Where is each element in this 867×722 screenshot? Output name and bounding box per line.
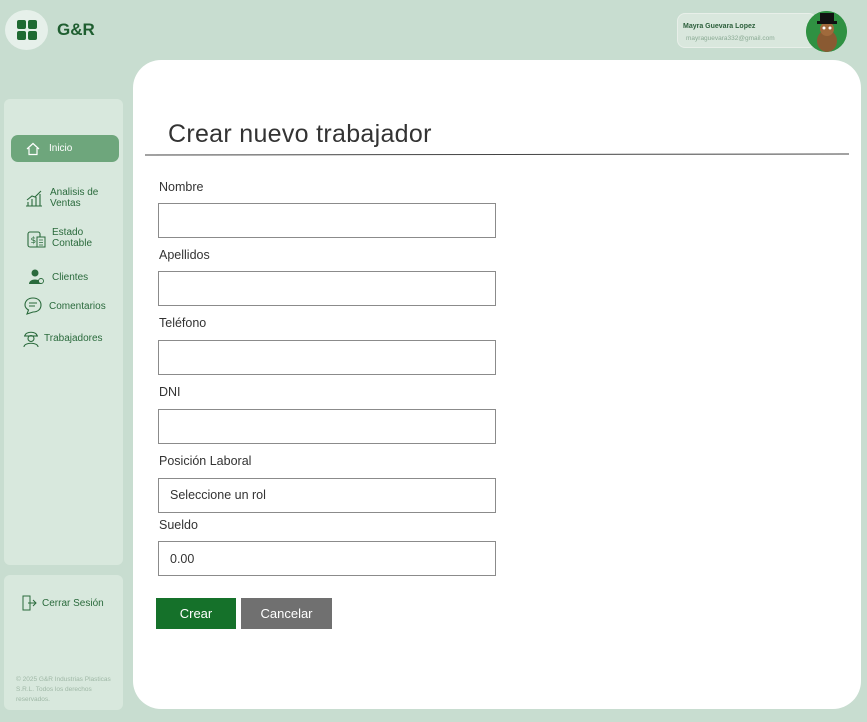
user-email: mayraguevara332@gmail.com <box>686 35 775 42</box>
user-card[interactable]: Mayra Guevara Lopez mayraguevara332@gmai… <box>677 13 817 48</box>
logo-button[interactable] <box>5 10 48 50</box>
sidebar-item-label: Clientes <box>52 271 89 283</box>
user-icon <box>25 266 47 288</box>
chart-icon <box>23 187 45 209</box>
logout-label: Cerrar Sesión <box>42 597 104 609</box>
apellidos-input[interactable] <box>158 271 496 306</box>
sidebar-item-label: Comentarios <box>49 300 106 312</box>
avatar[interactable] <box>806 11 847 52</box>
user-name: Mayra Guevara Lopez <box>683 23 756 30</box>
posicion-select[interactable]: Seleccione un rol <box>158 478 496 513</box>
telefono-label: Teléfono <box>159 316 207 330</box>
posicion-label: Posición Laboral <box>159 454 252 468</box>
sueldo-label: Sueldo <box>159 518 198 532</box>
grid-logo-icon <box>16 20 37 40</box>
sidebar-item-inicio[interactable]: Inicio <box>11 135 119 162</box>
telefono-input[interactable] <box>158 340 496 375</box>
home-icon <box>22 138 44 160</box>
sidebar-item-label: Trabajadores <box>44 332 103 344</box>
sidebar-item-trabajadores[interactable]: Trabajadores <box>20 327 103 349</box>
logout-icon <box>21 595 37 611</box>
apellidos-label: Apellidos <box>159 248 210 262</box>
copyright-text: © 2025 G&R Industrias Plasticas S.R.L. T… <box>16 676 111 703</box>
dni-input[interactable] <box>158 409 496 444</box>
sidebar-item-label: Analisis de Ventas <box>50 187 99 209</box>
brand-name: G&R <box>57 20 95 39</box>
sidebar-item-label: Inicio <box>49 143 73 154</box>
avatar-icon <box>806 11 847 52</box>
create-button[interactable]: Crear <box>156 598 236 629</box>
sidebar-item-label: Estado Contable <box>52 227 93 249</box>
sueldo-input[interactable] <box>158 541 496 576</box>
posicion-selected-value: Seleccione un rol <box>170 488 266 502</box>
sidebar-footer: Cerrar Sesión © 2025 G&R Industrias Plas… <box>4 575 123 710</box>
sidebar-item-comentarios[interactable]: Comentarios <box>22 295 106 317</box>
cancel-button[interactable]: Cancelar <box>241 598 332 629</box>
accounting-icon: $ <box>25 227 47 249</box>
logout-button[interactable]: Cerrar Sesión <box>21 595 104 611</box>
sidebar: Inicio Analisis de Ventas $ Estado Conta… <box>4 99 123 565</box>
worker-icon <box>20 327 42 349</box>
sidebar-item-estado-contable[interactable]: $ Estado Contable <box>25 227 97 249</box>
sidebar-item-analisis[interactable]: Analisis de Ventas <box>23 187 105 209</box>
dni-label: DNI <box>159 385 181 399</box>
chat-icon <box>22 295 44 317</box>
svg-text:$: $ <box>31 236 37 246</box>
page-title: Crear nuevo trabajador <box>168 120 432 148</box>
sidebar-item-clientes[interactable]: Clientes <box>25 266 88 288</box>
nombre-label: Nombre <box>159 180 204 194</box>
main-panel: Crear nuevo trabajador Nombre Apellidos … <box>133 60 861 709</box>
nombre-input[interactable] <box>158 203 496 238</box>
title-divider <box>144 153 850 156</box>
